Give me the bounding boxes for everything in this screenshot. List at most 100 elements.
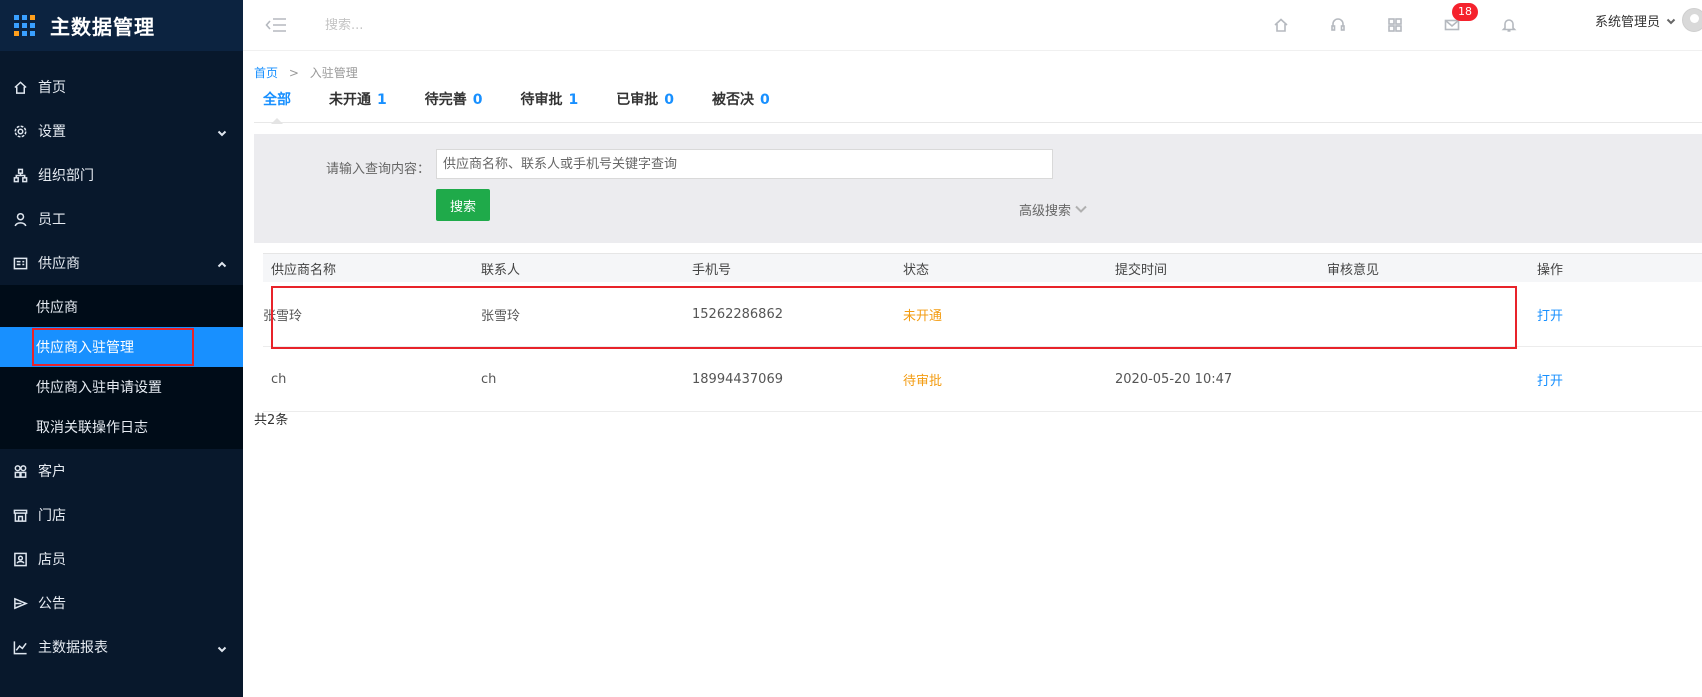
tab-label: 全部 (263, 92, 291, 108)
tab-label: 未开通 (329, 92, 371, 108)
home-icon (12, 79, 28, 95)
tab-label: 已审批 (616, 92, 659, 108)
org-chart-icon (12, 167, 28, 183)
sidebar-item-label: 首页 (38, 80, 66, 96)
sidebar-item-label: 员工 (38, 212, 66, 228)
cell-contact: 张雪玲 (481, 308, 521, 324)
cell-phone: 18994437069 (692, 371, 783, 387)
open-link[interactable]: 打开 (1531, 305, 1702, 324)
sidebar-item-home[interactable]: 首页 (0, 65, 243, 109)
search-button[interactable]: 搜索 (436, 189, 490, 221)
brand: 主数据管理 (0, 0, 243, 51)
sidebar-item-reports[interactable]: 主数据报表 (0, 625, 243, 669)
cell-contact: ch (481, 371, 497, 387)
highlight-box (32, 328, 194, 366)
tab-count: 0 (472, 92, 483, 108)
column-header: 供应商名称 (271, 262, 337, 278)
cell-supplier-name: 张雪玲 (263, 308, 303, 324)
home-icon[interactable] (1273, 17, 1291, 35)
table-header: 供应商名称 联系人 手机号 状态 提交时间 审核意见 操作 (263, 253, 1702, 282)
tab-count: 0 (664, 92, 674, 108)
announcement-icon (12, 595, 28, 611)
global-search-input[interactable] (325, 17, 625, 33)
cell-phone: 15262286862 (692, 306, 783, 322)
sidebar-item-supplier[interactable]: 供应商 (0, 241, 243, 285)
column-header: 提交时间 (1115, 262, 1168, 278)
table-row: 张雪玲 张雪玲 15262286862 未开通 打开 (263, 282, 1702, 349)
bell-icon[interactable] (1501, 17, 1519, 35)
sidebar-item-label: 设置 (38, 124, 66, 140)
submenu-item-supplier[interactable]: 供应商 (0, 287, 243, 327)
keyword-search-input[interactable] (436, 149, 1053, 179)
clerk-icon (12, 551, 28, 567)
chevron-down-icon (217, 126, 227, 137)
app-root: 主数据管理 首页 设置 组织部门 员工 供应商 供应商 供应商入驻管理 供应商入… (0, 0, 1702, 697)
sidebar-item-customers[interactable]: 客户 (0, 449, 243, 493)
sidebar: 主数据管理 首页 设置 组织部门 员工 供应商 供应商 供应商入驻管理 供应商入… (0, 0, 243, 697)
cell-status: 待审批 (903, 373, 943, 389)
store-icon (12, 507, 28, 523)
user-menu[interactable]: 系统管理员 (1595, 0, 1702, 40)
chevron-down-icon (1075, 205, 1087, 213)
tab-to-complete[interactable]: 待完善 0 (416, 89, 492, 123)
sidebar-item-label: 公告 (38, 596, 66, 612)
sidebar-item-label: 组织部门 (38, 168, 94, 184)
column-header: 手机号 (692, 262, 732, 278)
tab-pending-approval[interactable]: 待审批 1 (512, 89, 588, 123)
cell-submit-time: 2020-05-20 10:47 (1115, 371, 1233, 387)
tab-approved[interactable]: 已审批 0 (607, 89, 683, 123)
grid-icon[interactable] (1387, 17, 1405, 35)
headset-icon[interactable] (1330, 17, 1348, 35)
supplier-submenu: 供应商 供应商入驻管理 供应商入驻申请设置 取消关联操作日志 (0, 285, 243, 449)
sidebar-item-stores[interactable]: 门店 (0, 493, 243, 537)
avatar (1682, 8, 1702, 32)
main-content: 首页 > 入驻管理 全部 未开通 1 待完善 0 待审批 1 已审批 0 被否决 0 请输… (243, 51, 1702, 697)
sidebar-item-clerks[interactable]: 店员 (0, 537, 243, 581)
breadcrumb-current: 入驻管理 (309, 66, 358, 80)
column-header: 状态 (903, 262, 930, 278)
submenu-item-onboarding-settings[interactable]: 供应商入驻申请设置 (0, 367, 243, 407)
tab-label: 待完善 (424, 92, 467, 108)
submenu-item-label: 供应商 (36, 300, 78, 316)
column-header: 联系人 (481, 262, 521, 278)
tab-count: 0 (760, 92, 770, 108)
cell-supplier-name: ch (271, 371, 287, 387)
open-link[interactable]: 打开 (1531, 370, 1702, 389)
sidebar-item-label: 客户 (38, 464, 66, 480)
sidebar-item-employees[interactable]: 员工 (0, 197, 243, 241)
sidebar-item-label: 门店 (38, 508, 66, 524)
breadcrumb-home-link[interactable]: 首页 (254, 66, 278, 80)
tab-count: 1 (568, 92, 579, 108)
advanced-search-toggle[interactable]: 高级搜索 (1019, 200, 1087, 219)
chevron-down-icon (1666, 11, 1676, 30)
tab-all[interactable]: 全部 (254, 89, 300, 124)
submenu-item-label: 取消关联操作日志 (36, 420, 148, 436)
sidebar-item-label: 店员 (38, 552, 66, 568)
cell-status: 未开通 (903, 308, 943, 324)
tab-label: 被否决 (712, 92, 754, 108)
sidebar-item-announcements[interactable]: 公告 (0, 581, 243, 625)
gear-icon (12, 123, 28, 139)
tab-label: 待审批 (520, 92, 563, 108)
mail-icon[interactable]: 18 (1444, 2, 1478, 35)
user-name: 系统管理员 (1594, 14, 1660, 30)
app-logo-icon (14, 14, 38, 38)
chart-icon (12, 639, 28, 655)
submenu-item-label: 供应商入驻申请设置 (36, 380, 162, 396)
tab-rejected[interactable]: 被否决 0 (703, 89, 779, 123)
breadcrumb-separator: > (288, 66, 299, 80)
submenu-item-unlink-log[interactable]: 取消关联操作日志 (0, 407, 243, 447)
column-header: 审核意见 (1327, 262, 1380, 278)
filter-panel: 请输入查询内容： 搜索 高级搜索 (254, 134, 1702, 243)
advanced-search-label: 高级搜索 (1019, 204, 1072, 219)
sidebar-item-org[interactable]: 组织部门 (0, 153, 243, 197)
menu-collapse-icon[interactable] (265, 16, 287, 34)
tab-not-activated[interactable]: 未开通 1 (320, 89, 396, 123)
status-tabs: 全部 未开通 1 待完善 0 待审批 1 已审批 0 被否决 0 (254, 89, 1702, 124)
submenu-item-supplier-onboarding[interactable]: 供应商入驻管理 (0, 327, 243, 367)
breadcrumb: 首页 > 入驻管理 (254, 64, 358, 81)
chevron-down-icon (217, 642, 227, 653)
chevron-up-icon (217, 258, 227, 268)
sidebar-item-settings[interactable]: 设置 (0, 109, 243, 153)
app-title: 主数据管理 (50, 15, 155, 39)
